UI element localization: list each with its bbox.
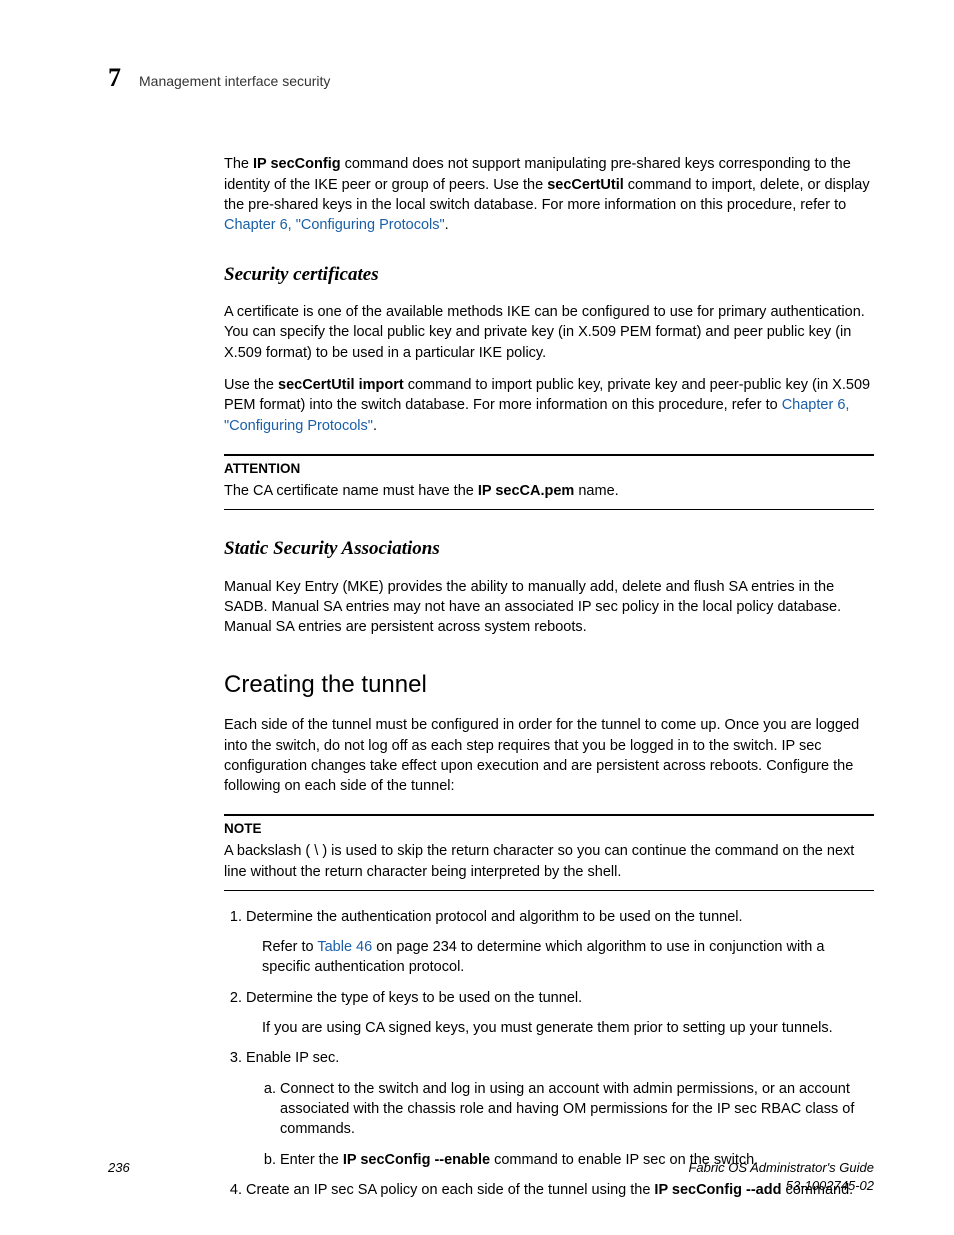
attention-title: ATTENTION xyxy=(224,460,874,479)
sec-cert-p2: Use the secCertUtil import command to im… xyxy=(224,375,874,436)
step-2-detail: If you are using CA signed keys, you mus… xyxy=(262,1018,874,1038)
heading-creating-tunnel: Creating the tunnel xyxy=(224,668,874,702)
filename-ipsecca: IP secCA.pem xyxy=(478,483,574,499)
header-title: Management interface security xyxy=(139,72,330,92)
tunnel-p1: Each side of the tunnel must be configur… xyxy=(224,715,874,796)
cmd-seccertutil-import: secCertUtil import xyxy=(278,377,404,393)
page-footer: 236 Fabric OS Administrator's Guide 53-1… xyxy=(108,1159,874,1195)
step-1: Determine the authentication protocol an… xyxy=(246,907,874,978)
sec-cert-p1: A certificate is one of the available me… xyxy=(224,302,874,363)
intro-paragraph: The IP secConfig command does not suppor… xyxy=(224,154,874,235)
chapter-number: 7 xyxy=(108,60,121,96)
link-chapter6[interactable]: Chapter 6, "Configuring Protocols" xyxy=(224,217,445,233)
page-number: 236 xyxy=(108,1159,130,1195)
steps-list: Determine the authentication protocol an… xyxy=(224,907,874,1200)
heading-static-sa: Static Security Associations xyxy=(224,536,874,563)
step-3-substeps: Connect to the switch and log in using a… xyxy=(246,1079,874,1170)
page-header: 7 Management interface security xyxy=(108,60,874,96)
note-callout: NOTE A backslash ( \ ) is used to skip t… xyxy=(224,814,874,890)
static-sa-p1: Manual Key Entry (MKE) provides the abil… xyxy=(224,577,874,638)
note-title: NOTE xyxy=(224,820,874,839)
step-2: Determine the type of keys to be used on… xyxy=(246,988,874,1039)
body-content: The IP secConfig command does not suppor… xyxy=(224,154,874,1200)
step-1-detail: Refer to Table 46 on page 234 to determi… xyxy=(262,937,874,978)
footer-doc-info: Fabric OS Administrator's Guide 53-10027… xyxy=(688,1159,874,1195)
step-3a: Connect to the switch and log in using a… xyxy=(280,1079,874,1140)
cmd-ipsecconfig: IP secConfig xyxy=(253,156,341,172)
heading-security-certificates: Security certificates xyxy=(224,262,874,289)
step-3: Enable IP sec. Connect to the switch and… xyxy=(246,1048,874,1169)
attention-body: The CA certificate name must have the IP… xyxy=(224,481,874,501)
link-table46[interactable]: Table 46 xyxy=(317,939,372,955)
note-body: A backslash ( \ ) is used to skip the re… xyxy=(224,841,874,882)
cmd-seccertutil: secCertUtil xyxy=(547,177,624,193)
attention-callout: ATTENTION The CA certificate name must h… xyxy=(224,454,874,510)
